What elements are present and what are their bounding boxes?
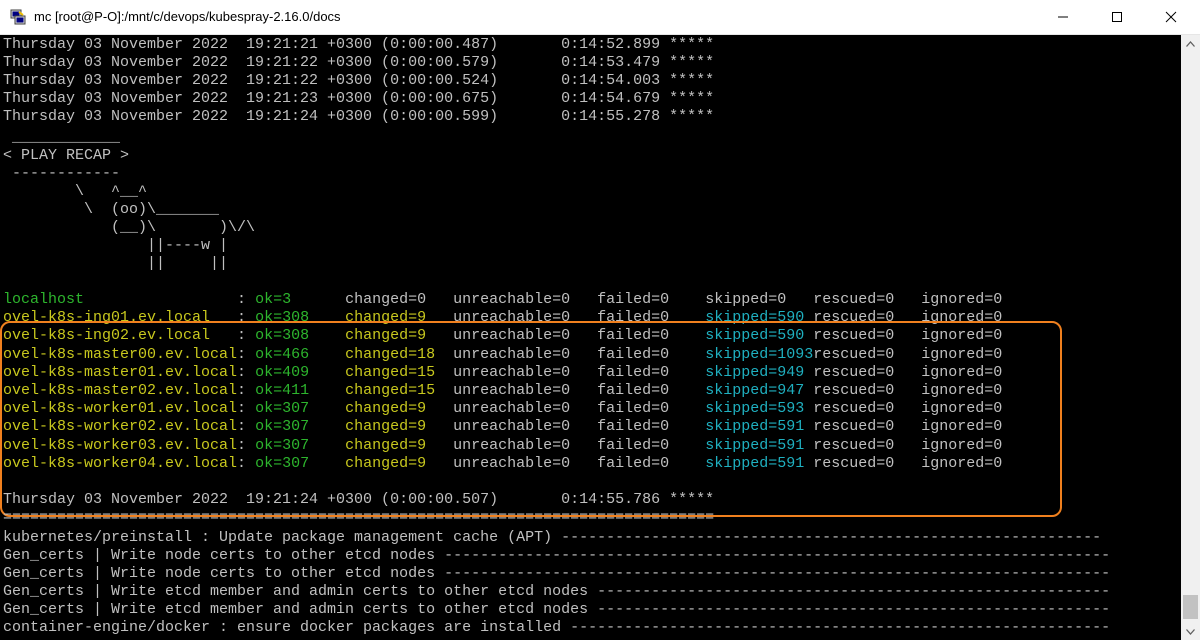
timing-line: Thursday 03 November 2022 19:21:22 +0300… [3,54,715,71]
chevron-down-icon [1186,628,1195,635]
scrollbar-thumb[interactable] [1183,595,1198,619]
recap-changed: changed=0 [345,291,436,308]
title-bar[interactable]: mc [root@P-O]:/mnt/c/devops/kubespray-2.… [0,0,1200,35]
terminal-window: mc [root@P-O]:/mnt/c/devops/kubespray-2.… [0,0,1200,640]
cowsay-line: ||----w | [3,237,229,254]
maximize-button[interactable] [1094,0,1140,34]
minimize-icon [1058,16,1068,18]
cowsay-line: \ (oo)\_______ [3,201,220,218]
task-line: Gen_certs | Write etcd member and admin … [3,601,1111,618]
scroll-up-button[interactable] [1181,35,1200,52]
terminal-output[interactable]: Thursday 03 November 2022 19:21:21 +0300… [0,35,1181,640]
scroll-down-button[interactable] [1181,623,1200,640]
minimize-button[interactable] [1040,0,1086,34]
maximize-icon [1112,12,1122,22]
cowsay-line: \ ^__^ [3,183,148,200]
timing-line: Thursday 03 November 2022 19:21:22 +0300… [3,72,715,89]
recap-ok: ok=3 [255,291,310,308]
timing-line: Thursday 03 November 2022 19:21:23 +0300… [3,90,715,107]
close-button[interactable] [1148,0,1194,34]
cowsay-line: (__)\ )\/\ [3,219,256,236]
task-line: container-engine/docker : ensure docker … [3,619,1111,636]
recap-unreachable: unreachable=0 [453,291,598,308]
recap-rescued: rescued=0 [813,291,922,308]
putty-terminal-icon[interactable] [10,9,26,25]
task-line: kubernetes/preinstall : Update package m… [3,529,1102,546]
chevron-up-icon [1186,40,1195,47]
recap-row: localhost : ok=3 changed=0 unreachable=0… [3,291,1002,309]
recap-ignored: ignored=0 [921,291,1003,308]
recap-sep: : [237,291,256,308]
task-line: Gen_certs | Write etcd member and admin … [3,583,1111,600]
cowsay-line: ____________ [3,129,121,146]
close-icon [1165,11,1177,23]
recap-host: localhost [3,291,238,308]
separator-line: ========================================… [3,509,715,526]
cowsay-line: < PLAY RECAP > [3,147,130,164]
final-timing-line: Thursday 03 November 2022 19:21:24 +0300… [3,491,715,508]
recap-failed: failed=0 [597,291,706,308]
window-title: mc [root@P-O]:/mnt/c/devops/kubespray-2.… [34,9,341,24]
task-line: Gen_certs | Write node certs to other et… [3,547,1111,564]
task-line: Gen_certs | Write node certs to other et… [3,565,1111,582]
timing-line: Thursday 03 November 2022 19:21:24 +0300… [3,108,715,125]
cowsay-line: ------------ [3,165,121,182]
vertical-scrollbar[interactable] [1181,35,1200,640]
timing-line: Thursday 03 November 2022 19:21:21 +0300… [3,36,715,53]
recap-highlight [0,321,1062,517]
cowsay-line: || || [3,255,229,272]
recap-skipped: skipped=0 [705,291,814,308]
